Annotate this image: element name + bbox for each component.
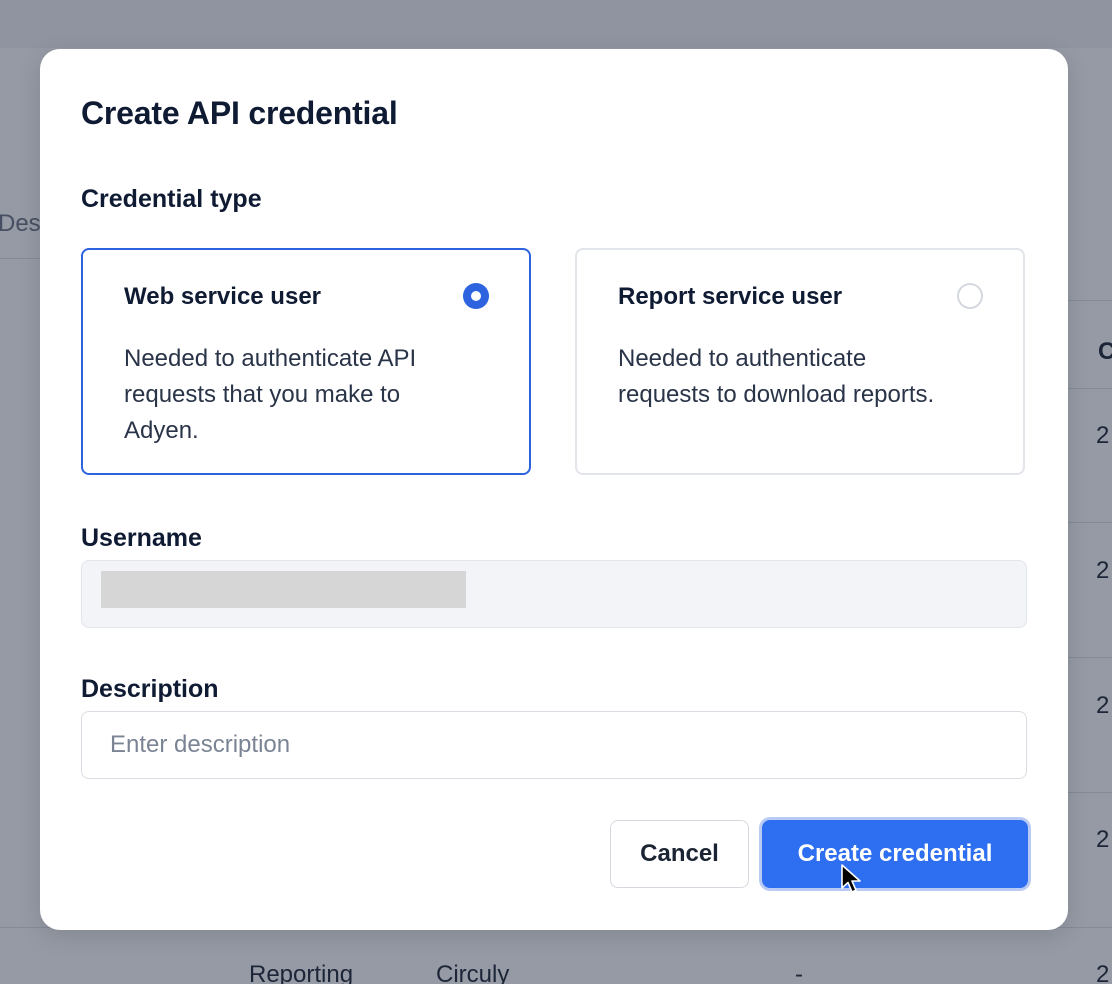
radio-checked-icon[interactable]	[463, 283, 489, 309]
option-report-service-user[interactable]: Report service user Needed to authentica…	[575, 248, 1025, 475]
dialog-title: Create API credential	[81, 95, 398, 131]
description-label: Description	[81, 675, 219, 703]
create-credential-button[interactable]: Create credential	[762, 820, 1028, 888]
description-input[interactable]	[81, 711, 1027, 779]
redacted-username-value	[101, 571, 466, 608]
option-description: Needed to authenticate API requests that…	[124, 345, 417, 444]
option-description: Needed to authenticate requests to downl…	[618, 345, 935, 408]
option-web-service-user[interactable]: Web service user Needed to authenticate …	[81, 248, 531, 475]
option-title: Report service user	[618, 283, 843, 310]
radio-unchecked-icon[interactable]	[957, 283, 983, 309]
cancel-button[interactable]: Cancel	[610, 820, 749, 888]
username-label: Username	[81, 524, 202, 552]
create-api-credential-dialog: Create API credential Credential type We…	[40, 49, 1068, 930]
credential-type-label: Credential type	[81, 185, 262, 213]
option-title: Web service user	[124, 283, 322, 310]
username-field	[81, 560, 1027, 628]
